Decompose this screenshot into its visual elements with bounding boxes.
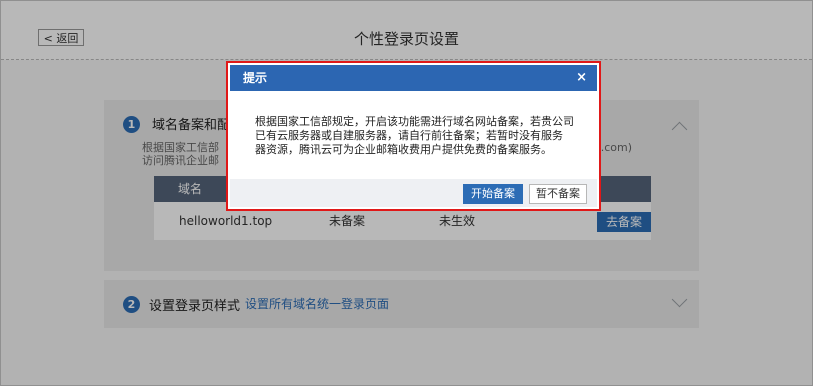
dialog-message: 根据国家工信部规定，开启该功能需进行域名网站备案，若贵公司 已有云服务器或自建服… (255, 115, 585, 157)
notice-dialog: 提示 × 根据国家工信部规定，开启该功能需进行域名网站备案，若贵公司 已有云服务… (226, 61, 601, 211)
dialog-title: 提示 (243, 71, 268, 85)
skip-record-button[interactable]: 暂不备案 (529, 184, 587, 204)
start-record-button[interactable]: 开始备案 (463, 184, 523, 204)
dialog-header: 提示 × (230, 65, 597, 91)
dialog-message-line1: 根据国家工信部规定，开启该功能需进行域名网站备案，若贵公司 (255, 115, 574, 128)
dialog-footer: 开始备案 暂不备案 (230, 179, 597, 207)
dialog-message-line2: 已有云服务器或自建服务器，请自行前往备案；若暂时没有服务 (255, 129, 563, 142)
dialog-message-line3: 器资源，腾讯云可为企业邮箱收费用户提供免费的备案服务。 (255, 143, 552, 156)
close-icon[interactable]: × (576, 65, 587, 91)
